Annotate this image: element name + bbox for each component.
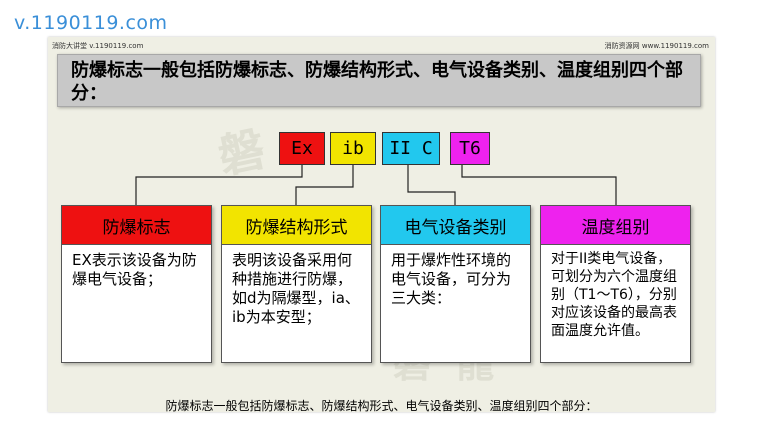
column-head: 防爆标志 (62, 206, 211, 245)
column-body: 表明该设备采用何种措施进行防爆，如d为隔爆型，ia、ib为本安型； (222, 245, 371, 327)
column-body: 用于爆炸性环境的电气设备，可分为三大类： (381, 245, 530, 308)
column-equipment-class: 电气设备类别 用于爆炸性环境的电气设备，可分为三大类： (380, 205, 531, 363)
connector-t6 (461, 165, 617, 205)
code-t6: T6 (450, 132, 490, 165)
connector-iic (407, 165, 456, 205)
connector-ex (135, 165, 303, 205)
column-body: 对于II类电气设备，可划分为六个温度组别（T1～T6），分别对应该设备的最高表面… (541, 245, 690, 340)
column-head: 电气设备类别 (381, 206, 530, 245)
column-head: 防爆结构形式 (222, 206, 371, 245)
column-explosion-mark: 防爆标志 EX表示该设备为防爆电气设备； (61, 205, 212, 363)
slide: 消防大讲堂 v.1190119.com 消防资源网 www.1190119.co… (48, 37, 715, 413)
code-ex: Ex (279, 132, 325, 165)
subtitle-caption: 防爆标志一般包括防爆标志、防爆结构形式、电气设备类别、温度组别四个部分： (165, 399, 598, 413)
column-body: EX表示该设备为防爆电气设备； (62, 245, 211, 289)
connector-ib (295, 165, 354, 205)
code-ib: ib (330, 132, 376, 165)
watermark-url: v.1190119.com (14, 12, 168, 34)
code-iic: II C (382, 132, 440, 165)
column-structure-type: 防爆结构形式 表明该设备采用何种措施进行防爆，如d为隔爆型，ia、ib为本安型； (221, 205, 372, 363)
column-head: 温度组别 (541, 206, 690, 245)
column-temperature-group: 温度组别 对于II类电气设备，可划分为六个温度组别（T1～T6），分别对应该设备… (540, 205, 691, 363)
